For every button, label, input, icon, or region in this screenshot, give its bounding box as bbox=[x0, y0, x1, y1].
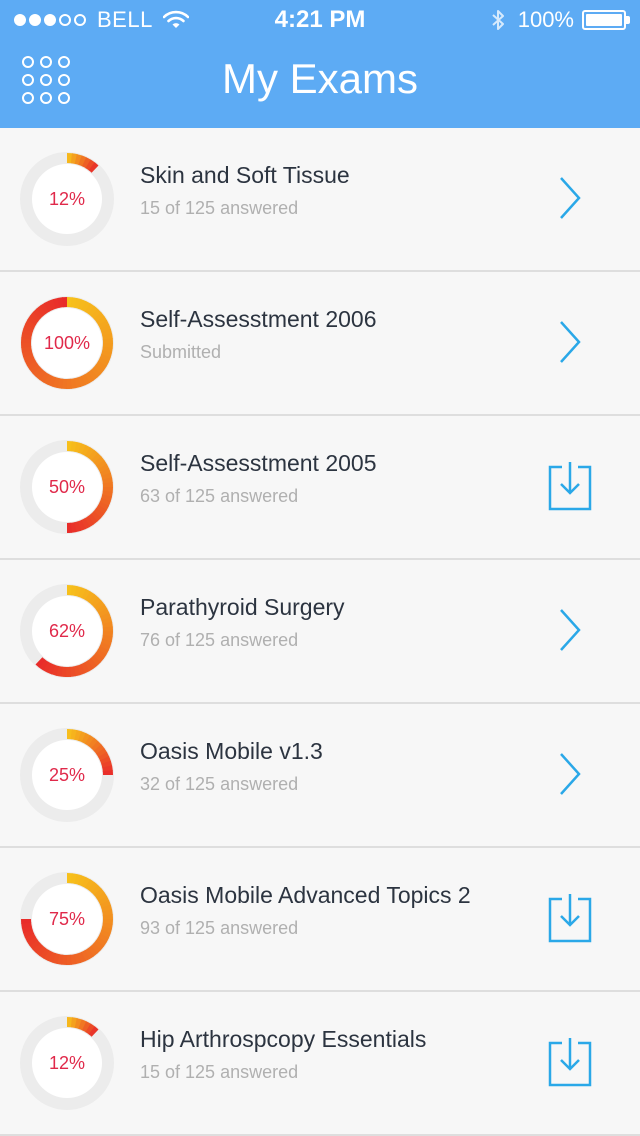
chevron-right-icon bbox=[560, 609, 581, 651]
battery-tip bbox=[626, 16, 630, 24]
open-exam-button[interactable] bbox=[544, 316, 596, 368]
exam-percent: 12% bbox=[48, 188, 86, 209]
chevron-right-icon bbox=[560, 321, 581, 363]
app-header: BELL 4:21 PM 100% My Exams bbox=[0, 0, 640, 128]
exam-list: 12% Skin and Soft Tissue 15 of 125 answere… bbox=[0, 128, 640, 1136]
download-icon bbox=[548, 462, 592, 511]
exam-percent: 50% bbox=[48, 476, 86, 497]
exam-row[interactable]: 12% Skin and Soft Tissue 15 of 125 answere… bbox=[0, 128, 640, 272]
status-bar: BELL 4:21 PM 100% bbox=[0, 0, 640, 40]
exam-title: Oasis Mobile Advanced Topics 2 bbox=[140, 882, 471, 908]
open-exam-button[interactable] bbox=[544, 604, 596, 656]
exam-progress: 50% bbox=[18, 438, 116, 536]
exam-percent: 100% bbox=[43, 332, 91, 353]
exam-status: 32 of 125 answered bbox=[140, 774, 299, 794]
exam-percent: 62% bbox=[48, 620, 86, 641]
exam-percent: 75% bbox=[48, 908, 86, 929]
open-exam-button[interactable] bbox=[544, 172, 596, 224]
battery-fill bbox=[586, 14, 622, 26]
exam-row[interactable]: 12% Hip Arthrospcopy Essentials 15 of 125 … bbox=[0, 992, 640, 1136]
battery-icon bbox=[582, 10, 630, 30]
exam-status: 63 of 125 answered bbox=[140, 486, 299, 506]
open-exam-button[interactable] bbox=[544, 748, 596, 800]
exam-status: 76 of 125 answered bbox=[140, 630, 299, 650]
exam-progress: 75% bbox=[18, 870, 116, 968]
battery-percent: 100% bbox=[517, 7, 574, 32]
download-button[interactable] bbox=[544, 1036, 596, 1088]
bluetooth-icon bbox=[492, 10, 504, 30]
exam-title: Skin and Soft Tissue bbox=[140, 162, 350, 188]
download-button[interactable] bbox=[544, 460, 596, 512]
exam-title: Parathyroid Surgery bbox=[140, 594, 345, 620]
exam-progress: 62% bbox=[18, 582, 116, 680]
exam-row[interactable]: 25% Oasis Mobile v1.3 32 of 125 answered bbox=[0, 704, 640, 848]
exam-row[interactable]: 75% Oasis Mobile Advanced Topics 2 93 of 1… bbox=[0, 848, 640, 992]
exam-title: Hip Arthrospcopy Essentials bbox=[140, 1026, 427, 1052]
exam-status: Submitted bbox=[140, 342, 222, 362]
page-title: My Exams bbox=[221, 55, 418, 102]
exam-progress: 12% bbox=[18, 150, 116, 248]
chevron-right-icon bbox=[560, 177, 581, 219]
exam-percent: 12% bbox=[48, 1052, 86, 1073]
exam-title: Oasis Mobile v1.3 bbox=[140, 738, 323, 764]
exam-status: 15 of 125 answered bbox=[140, 198, 299, 218]
exam-row[interactable]: 62% Parathyroid Surgery 76 of 125 answered bbox=[0, 560, 640, 704]
exam-progress: 25% bbox=[18, 726, 116, 824]
exam-row[interactable]: 100% Self-Assesstment 2006 Submitted bbox=[0, 272, 640, 416]
download-button[interactable] bbox=[544, 892, 596, 944]
exam-percent: 25% bbox=[48, 764, 86, 785]
exam-title: Self-Assesstment 2005 bbox=[140, 450, 377, 476]
exam-row[interactable]: 50% Self-Assesstment 2005 63 of 125 answer… bbox=[0, 416, 640, 560]
exam-status: 15 of 125 answered bbox=[140, 1062, 299, 1082]
download-icon bbox=[548, 1038, 592, 1087]
exam-status: 93 of 125 answered bbox=[140, 918, 299, 938]
download-icon bbox=[548, 894, 592, 943]
chevron-right-icon bbox=[560, 753, 581, 795]
status-right: 100% bbox=[490, 7, 630, 33]
exam-progress: 100% bbox=[18, 294, 116, 392]
exam-progress: 12% bbox=[18, 1014, 116, 1112]
exam-title: Self-Assesstment 2006 bbox=[140, 306, 377, 332]
